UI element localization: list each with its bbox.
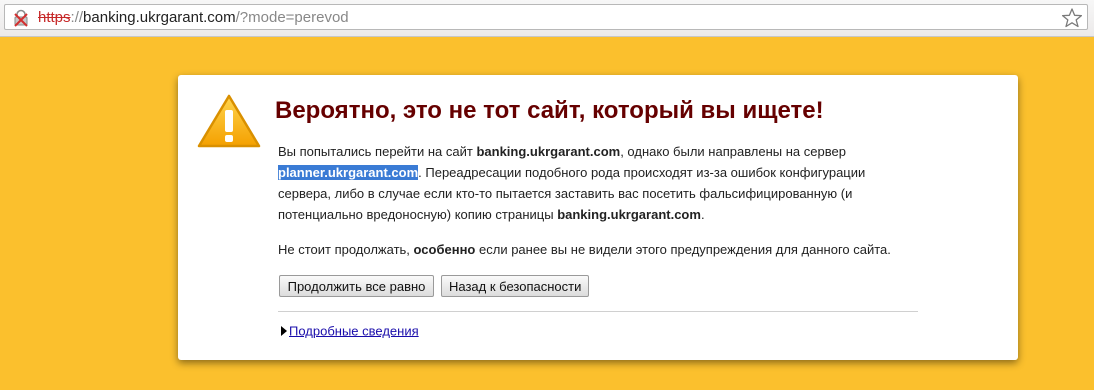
star-icon[interactable] [1061,7,1083,29]
url-scheme: https [38,9,71,26]
browser-toolbar: https://banking.ukrgarant.com/?mode=pere… [0,0,1094,37]
advice-text: Не стоит продолжать, особенно если ранее… [278,239,891,260]
advice-part-2: если ранее вы не видели этого предупрежд… [475,242,891,257]
warning-icon [197,94,261,148]
explanation-part-4: . [700,207,705,222]
requested-host: banking.ukrgarant.com [476,144,621,159]
address-bar[interactable]: https://banking.ukrgarant.com/?mode=pere… [4,4,1088,30]
triangle-right-icon[interactable] [281,325,287,336]
details-link[interactable]: Подробные сведения [289,323,419,338]
url-text[interactable]: https://banking.ukrgarant.com/?mode=pere… [38,8,349,28]
back-to-safety-button[interactable]: Назад к безопасности [441,275,589,297]
explanation-part-1: Вы попытались перейти на сайт [278,144,477,159]
explanation-part-2: , однако были направлены на сервер [620,144,846,159]
url-host: banking.ukrgarant.com [83,9,236,26]
proceed-anyway-button[interactable]: Продолжить все равно [279,275,434,297]
details-toggle[interactable]: Подробные сведения [281,322,419,338]
url-path: /?mode=perevod [235,9,349,26]
explanation-text: Вы попытались перейти на сайт banking.uk… [278,141,898,225]
requested-host-repeat: banking.ukrgarant.com [557,207,701,222]
page-title: Вероятно, это не тот сайт, который вы ищ… [275,97,824,124]
lock-broken-icon[interactable] [12,9,30,27]
redirect-host: planner.ukrgarant.com [278,165,419,180]
divider [278,311,918,312]
advice-emphasis: особенно [413,242,476,257]
advice-part-1: Не стоит продолжать, [278,242,414,257]
warning-dialog: Вероятно, это не тот сайт, который вы ищ… [178,75,1018,360]
url-separator: :// [70,9,84,26]
